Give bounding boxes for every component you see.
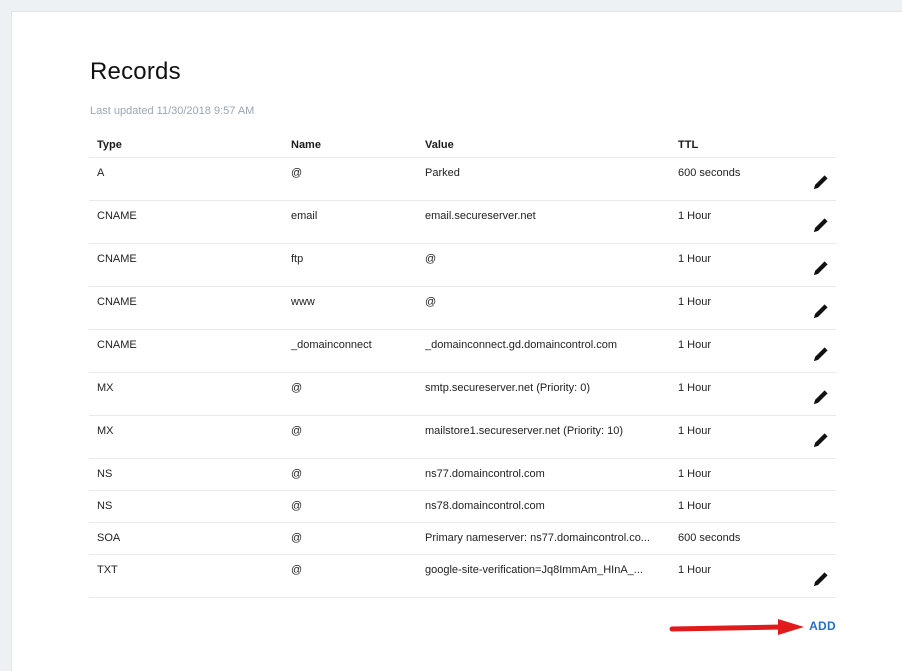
record-name-cell: @: [291, 382, 303, 394]
table-row: MX @ smtp.secureserver.net (Priority: 0) 1 …: [89, 373, 836, 416]
record-type-cell: SOA: [97, 532, 121, 544]
table-body: A @ Parked 600 seconds CNAME email email.secur…: [89, 158, 836, 598]
record-type-cell: MX: [97, 382, 114, 394]
records-table: Type Name Value TTL A @ Parked 600 seconds C…: [89, 132, 836, 598]
table-row: CNAME email email.secureserver.net 1 Hour: [89, 201, 836, 244]
column-header-value: Value: [425, 139, 454, 151]
record-ttl-cell: 1 Hour: [678, 500, 712, 512]
record-name-cell: email: [291, 210, 318, 222]
record-name-cell: @: [291, 468, 303, 480]
record-name-cell: @: [291, 564, 303, 576]
record-name-cell: www: [291, 296, 315, 308]
record-name-cell: @: [291, 425, 303, 437]
record-value-cell: smtp.secureserver.net (Priority: 0): [425, 382, 591, 394]
record-ttl-cell: 1 Hour: [678, 339, 712, 351]
record-type-cell: MX: [97, 425, 114, 437]
table-row: NS @ ns78.domaincontrol.com 1 Hour: [89, 491, 836, 523]
table-row: CNAME ftp @1 Hour: [89, 244, 836, 287]
record-ttl-cell: 1 Hour: [678, 382, 712, 394]
record-type-cell: NS: [97, 500, 113, 512]
table-row: NS @ ns77.domaincontrol.com 1 Hour: [89, 459, 836, 491]
record-value-cell: email.secureserver.net: [425, 210, 536, 222]
table-header: Type Name Value TTL: [89, 132, 836, 158]
pencil-icon[interactable]: [812, 216, 830, 234]
pencil-icon[interactable]: [812, 173, 830, 191]
pencil-icon[interactable]: [812, 302, 830, 320]
record-value-cell: @: [425, 296, 437, 308]
record-name-cell: @: [291, 532, 303, 544]
record-ttl-cell: 1 Hour: [678, 564, 712, 576]
record-name-cell: @: [291, 167, 303, 179]
record-name-cell: _domainconnect: [291, 339, 372, 351]
record-value-cell: Parked: [425, 167, 460, 179]
record-type-cell: CNAME: [97, 339, 137, 351]
table-row: A @ Parked 600 seconds: [89, 158, 836, 201]
table-row: SOA @ Primary nameserver: ns77.domaincontr…: [89, 523, 836, 555]
record-ttl-cell: 1 Hour: [678, 468, 712, 480]
record-value-cell: ns78.domaincontrol.com: [425, 500, 545, 512]
record-value-cell: mailstore1.secureserver.net (Priority: 1…: [425, 425, 624, 437]
column-header-type: Type: [97, 139, 122, 151]
table-row: CNAME www @1 Hour: [89, 287, 836, 330]
dns-records-card: Records Last updated 11/30/2018 9:57 AM …: [11, 11, 902, 671]
record-name-cell: ftp: [291, 253, 304, 265]
record-type-cell: CNAME: [97, 296, 137, 308]
last-updated-text: Last updated 11/30/2018 9:57 AM: [90, 105, 255, 117]
page-title: Records: [90, 58, 181, 85]
record-value-cell: google-site-verification=Jq8ImmAm_HInA_.…: [425, 564, 643, 576]
record-name-cell: @: [291, 500, 303, 512]
record-type-cell: CNAME: [97, 210, 137, 222]
record-value-cell: ns77.domaincontrol.com: [425, 468, 545, 480]
pencil-icon[interactable]: [812, 388, 830, 406]
add-record-button[interactable]: ADD: [809, 619, 836, 633]
pencil-icon[interactable]: [812, 431, 830, 449]
record-type-cell: A: [97, 167, 105, 179]
record-type-cell: TXT: [97, 564, 118, 576]
record-value-cell: Primary nameserver: ns77.domaincontrol.c…: [425, 532, 650, 544]
table-row: MX @ mailstore1.secureserver.net (Priority…: [89, 416, 836, 459]
record-ttl-cell: 1 Hour: [678, 253, 712, 265]
record-value-cell: @: [425, 253, 437, 265]
record-ttl-cell: 600 seconds: [678, 532, 741, 544]
add-record-area: ADD: [668, 616, 838, 640]
column-header-ttl: TTL: [678, 139, 699, 151]
red-arrow-annotation: [669, 619, 804, 635]
record-ttl-cell: 1 Hour: [678, 425, 712, 437]
record-value-cell: _domainconnect.gd.domaincontrol.com: [425, 339, 618, 351]
pencil-icon[interactable]: [812, 259, 830, 277]
record-ttl-cell: 1 Hour: [678, 296, 712, 308]
column-header-name: Name: [291, 139, 321, 151]
table-row: CNAME _domainconnect _domainconnect.gd.dom…: [89, 330, 836, 373]
record-ttl-cell: 600 seconds: [678, 167, 741, 179]
pencil-icon[interactable]: [812, 345, 830, 363]
record-type-cell: NS: [97, 468, 113, 480]
record-type-cell: CNAME: [97, 253, 137, 265]
table-row: TXT @ google-site-verification=Jq8ImmAm_HI…: [89, 555, 836, 598]
record-ttl-cell: 1 Hour: [678, 210, 712, 222]
pencil-icon[interactable]: [812, 570, 830, 588]
